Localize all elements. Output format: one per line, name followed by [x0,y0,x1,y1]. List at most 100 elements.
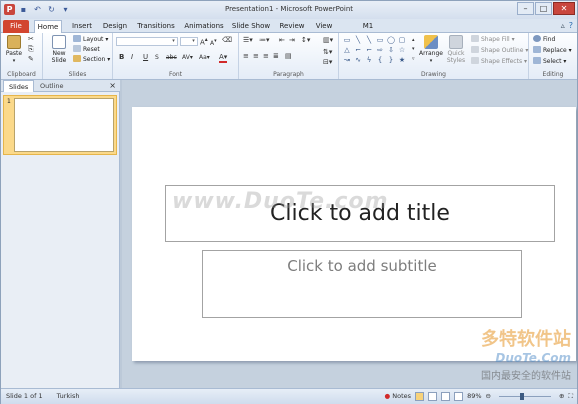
tab-slide-show[interactable]: Slide Show [231,20,271,33]
shape-textbox-icon[interactable]: ▭ [342,36,352,45]
font-color-button[interactable]: A▾ [219,53,228,63]
shapes-gallery[interactable]: ▭ ╲ ╲ ▭ ◯ ▢ △ ⌐ ⌐ ⇨ ⇩ ☆ ↝ ∿ ϟ { } ★ [342,36,410,66]
shape-triangle-icon[interactable]: △ [342,46,352,55]
shape-effects-button[interactable]: Shape Effects ▾ [471,57,527,66]
decrease-indent-icon[interactable]: ⇤ [279,36,285,45]
zoom-out-icon[interactable]: ⊖ [486,389,491,404]
align-left-icon[interactable]: ≡ [243,52,249,61]
text-direction-icon[interactable]: ⇅▾ [323,48,332,57]
font-size-combo[interactable]: ▾ [180,37,198,46]
normal-view-button[interactable] [415,392,425,401]
paste-button[interactable]: Paste ▾ [3,35,25,65]
ribbon-home: Paste ▾ ✂ ⎘ ✎ Clipboard New Slide Layout ▾… [1,33,577,80]
justify-icon[interactable]: ≣ [273,52,279,61]
italic-button[interactable]: I [131,53,133,62]
arrange-button[interactable]: Arrange ▾ [419,35,443,65]
tab-file[interactable]: File [3,20,29,33]
grow-font-button[interactable]: A▴ [200,36,208,47]
tab-animations[interactable]: Animations [183,20,225,33]
shrink-font-button[interactable]: A▾ [210,37,217,48]
align-text-icon[interactable]: ⊟▾ [323,58,332,67]
shape-elbow-connector-icon[interactable]: ⌐ [353,46,363,55]
line-spacing-icon[interactable]: ↕▾ [301,36,310,45]
strikethrough-button[interactable]: abc [166,53,177,62]
slide-thumbnail-selected[interactable]: 1 [3,95,117,155]
font-name-combo[interactable]: ▾ [116,37,178,46]
tab-outline[interactable]: Outline [35,80,69,92]
increase-indent-icon[interactable]: ⇥ [289,36,295,45]
shapes-more-icon[interactable]: ▿ [412,55,415,64]
layout-button[interactable]: Layout ▾ [73,35,108,44]
underline-button[interactable]: U [143,53,148,62]
help-icon[interactable]: ? [569,21,573,30]
subtitle-placeholder[interactable]: Click to add subtitle [202,250,522,318]
zoom-in-icon[interactable]: ⊕ [559,389,564,404]
slide-sorter-view-button[interactable] [428,392,438,401]
shape-outline-button[interactable]: Shape Outline ▾ [471,46,528,55]
shape-rounded-rectangle-icon[interactable]: ▢ [397,36,407,45]
fit-slide-icon[interactable]: ⛶ [568,389,573,404]
reset-button[interactable]: Reset [73,45,100,54]
shape-star-icon[interactable]: ☆ [397,46,407,55]
shape-brace-icon[interactable]: { [375,56,385,65]
notes-button[interactable]: ● Notes [385,389,412,404]
tab-design[interactable]: Design [101,20,129,33]
slide-thumbnail[interactable] [14,98,114,152]
close-pane-icon[interactable]: × [109,81,116,91]
zoom-slider-handle[interactable] [519,393,524,400]
shape-star-icon[interactable]: ★ [397,56,407,65]
zoom-slider[interactable] [495,392,555,401]
quick-styles-button[interactable]: Quick Styles [443,35,469,64]
shape-oval-icon[interactable]: ◯ [386,36,396,45]
copy-icon[interactable]: ⎘ [28,45,34,54]
minimize-button[interactable]: – [517,2,534,15]
bullets-icon[interactable]: ☰▾ [243,36,253,45]
tab-view[interactable]: View [313,20,335,33]
shadow-text-button[interactable]: S [155,53,159,62]
new-slide-button[interactable]: New Slide [47,35,71,64]
find-button[interactable]: Find [533,35,555,44]
reading-view-button[interactable] [441,392,451,401]
shape-freeform-icon[interactable]: ∿ [353,56,363,65]
minimize-ribbon-icon[interactable]: ▵ [561,21,565,30]
shapes-scroll-down-icon[interactable]: ▾ [412,45,415,54]
shape-elbow-arrow-icon[interactable]: ⌐ [364,46,374,55]
shapes-scroll-up-icon[interactable]: ▴ [412,36,415,45]
shape-line-icon[interactable]: ╲ [364,36,374,45]
tab-slides[interactable]: Slides [3,80,35,92]
slide-show-view-button[interactable] [454,392,464,401]
language-status[interactable]: Turkish [57,389,80,404]
tab-m1-commands[interactable]: M1 Commands [343,20,393,42]
slide-canvas[interactable]: Click to add title Click to add subtitle… [132,107,576,361]
select-button[interactable]: Select ▾ [533,57,566,66]
distributed-icon[interactable]: ▤ [285,52,292,61]
align-center-icon[interactable]: ≡ [253,52,259,61]
tab-home[interactable]: Home [34,20,62,33]
change-case-button[interactable]: Aa▾ [199,53,210,62]
numbering-icon[interactable]: ≔▾ [259,36,270,45]
shape-down-arrow-icon[interactable]: ⇩ [386,46,396,55]
close-button[interactable]: ✕ [553,2,575,15]
shape-right-arrow-icon[interactable]: ⇨ [375,46,385,55]
tab-insert[interactable]: Insert [69,20,95,33]
tab-review[interactable]: Review [278,20,306,33]
maximize-button[interactable]: □ [535,2,552,15]
zoom-level[interactable]: 89% [467,389,481,404]
tab-transitions[interactable]: Transitions [136,20,176,33]
shape-curve-icon[interactable]: ↝ [342,56,352,65]
section-button[interactable]: Section ▾ [73,55,110,64]
cut-icon[interactable]: ✂ [28,35,34,44]
replace-button[interactable]: Replace ▾ [533,46,572,55]
bold-button[interactable]: B [119,53,124,62]
shape-fill-button[interactable]: Shape Fill ▾ [471,35,515,44]
title-placeholder[interactable]: Click to add title [165,185,555,242]
shape-rectangle-icon[interactable]: ▭ [375,36,385,45]
clear-formatting-icon[interactable]: ⌫ [222,36,232,45]
character-spacing-button[interactable]: AV▾ [182,53,193,62]
shape-line-icon[interactable]: ╲ [353,36,363,45]
columns-icon[interactable]: ▥▾ [323,36,333,45]
shape-brace-icon[interactable]: } [386,56,396,65]
format-painter-icon[interactable]: ✎ [28,55,34,64]
shape-lightning-icon[interactable]: ϟ [364,56,374,65]
align-right-icon[interactable]: ≡ [263,52,269,61]
